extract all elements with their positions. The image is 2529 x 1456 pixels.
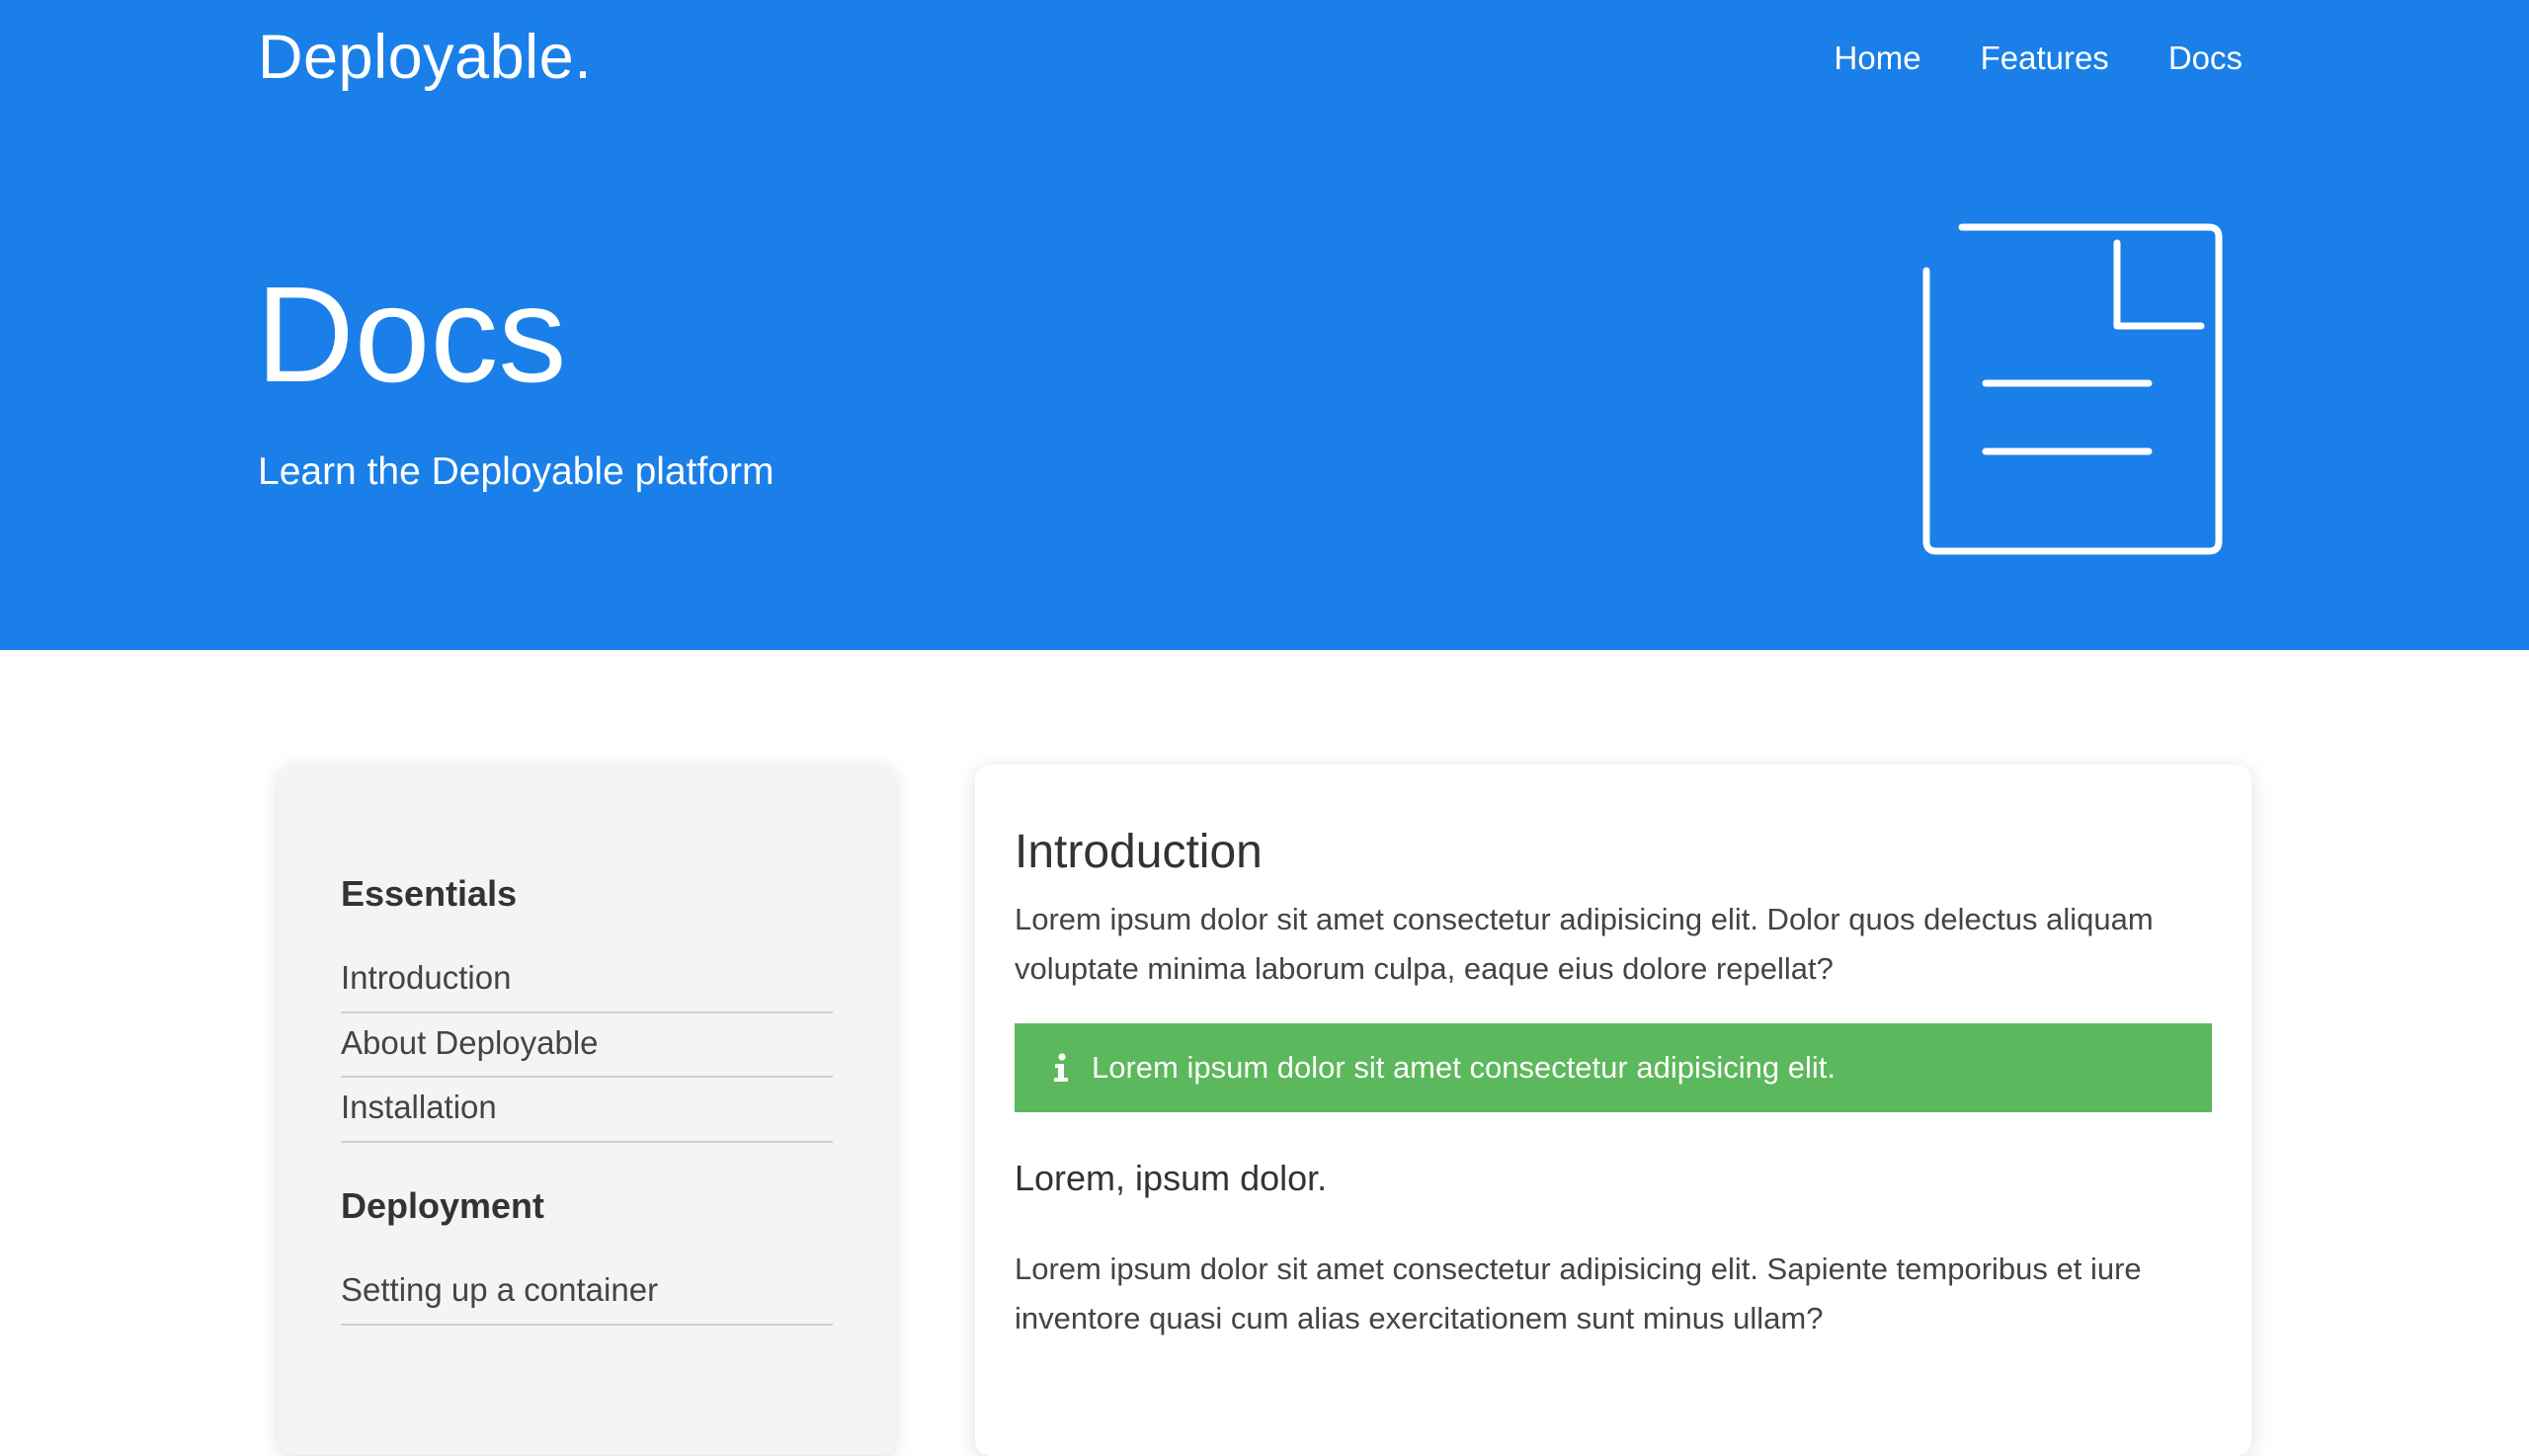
sidebar-item-about-deployable[interactable]: About Deployable [341, 1013, 833, 1079]
alert-text: Lorem ipsum dolor sit amet consectetur a… [1092, 1049, 1836, 1085]
intro-paragraph: Lorem ipsum dolor sit amet consectetur a… [1015, 901, 2154, 986]
body-paragraph: Lorem ipsum dolor sit amet consectetur a… [1015, 1251, 2142, 1335]
docs-sidebar: Essentials Introduction About Deployable… [278, 764, 896, 1455]
page-title: Docs [256, 259, 567, 411]
docs-content-card: Introduction Lorem ipsum dolor sit amet … [975, 765, 2251, 1456]
subheading: Lorem, ipsum dolor. [1015, 1157, 1328, 1198]
nav-features[interactable]: Features [1981, 40, 2109, 77]
page-subtitle: Learn the Deployable platform [258, 450, 775, 493]
main-nav: Home Features Docs [1835, 40, 2243, 77]
sidebar-item-installation[interactable]: Installation [341, 1078, 833, 1143]
sidebar-item-introduction[interactable]: Introduction [341, 948, 833, 1013]
nav-docs[interactable]: Docs [2168, 40, 2243, 77]
hero-banner: Deployable. Home Features Docs Docs Lear… [0, 0, 2529, 650]
brand-logo[interactable]: Deployable. [258, 22, 592, 93]
sidebar-heading-deployment: Deployment [341, 1184, 545, 1226]
sidebar-item-setting-up-container[interactable]: Setting up a container [341, 1260, 833, 1326]
success-alert: Lorem ipsum dolor sit amet consectetur a… [1015, 1022, 2212, 1112]
nav-home[interactable]: Home [1835, 40, 1921, 77]
document-icon [1922, 223, 2223, 555]
sidebar-list-essentials: Introduction About Deployable Installati… [341, 948, 833, 1143]
sidebar-heading-essentials: Essentials [341, 873, 518, 914]
section-title: Introduction [1015, 826, 1263, 878]
info-icon [1054, 1052, 1068, 1082]
sidebar-list-deployment: Setting up a container [341, 1260, 833, 1326]
